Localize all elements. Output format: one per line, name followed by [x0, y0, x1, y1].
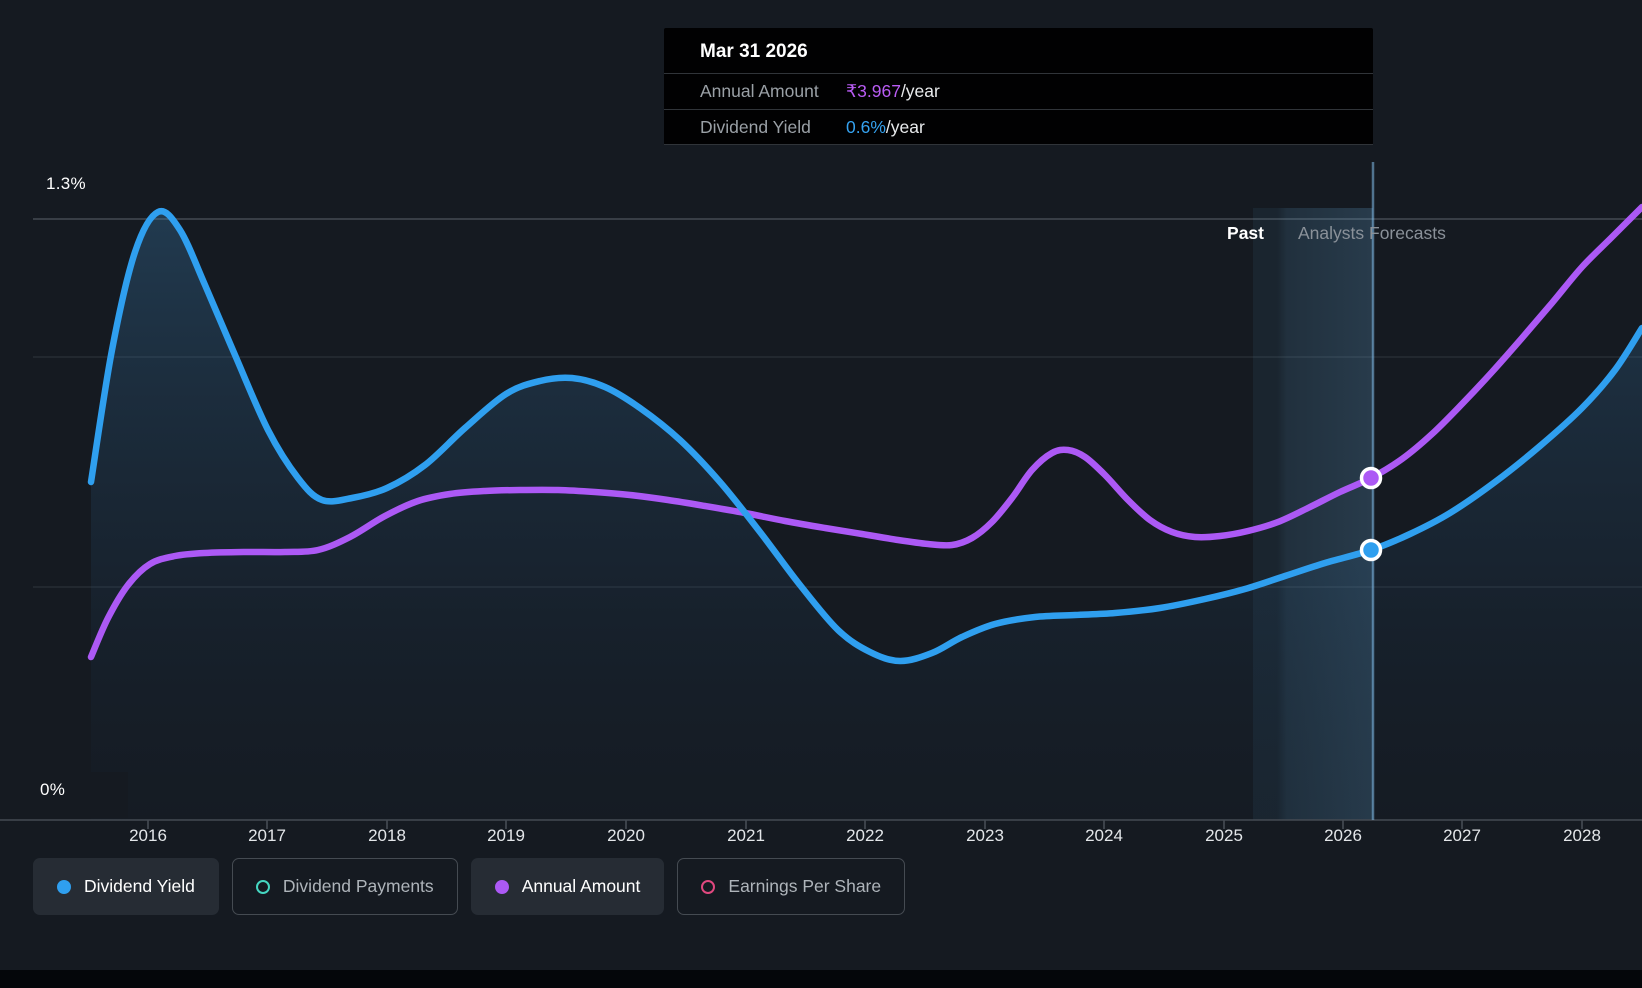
dividend-chart-page: 1.3% 0% Past Analysts Forecasts 2016 2017… — [0, 0, 1642, 988]
chart-canvas[interactable] — [0, 0, 1642, 988]
hover-tooltip: Mar 31 2026 Annual Amount ₹3.967/year Di… — [664, 28, 1373, 145]
x-axis-year-label: 2026 — [1324, 826, 1362, 845]
earnings-per-share-ring-icon — [701, 879, 716, 894]
tooltip-suffix: /year — [900, 81, 940, 101]
dividend-payments-ring-icon — [255, 879, 270, 894]
analysts-forecasts-label: Analysts Forecasts — [1298, 223, 1446, 243]
x-axis-year-label: 2023 — [966, 826, 1004, 845]
annual-amount-hover-dot[interactable] — [1359, 466, 1383, 490]
x-axis-year-label: 2022 — [846, 826, 884, 845]
x-axis-year-label: 2019 — [487, 826, 525, 845]
x-axis-year-label: 2028 — [1563, 826, 1601, 845]
tooltip-value: ₹3.967 — [846, 81, 901, 101]
tooltip-date: Mar 31 2026 — [700, 41, 808, 62]
x-axis-year-label: 2017 — [248, 826, 286, 845]
x-axis-year-label: 2021 — [727, 826, 765, 845]
x-axis-year-label: 2027 — [1443, 826, 1481, 845]
tooltip-row-dividend-yield: Dividend Yield 0.6%/year — [664, 109, 1373, 145]
dividend-yield-dot-icon — [57, 879, 71, 894]
y-axis-zero-label: 0% — [30, 772, 128, 818]
legend-label: Annual Amount — [521, 876, 641, 896]
dividend-yield-area-fill — [91, 211, 1642, 820]
legend-dividend-yield-button[interactable]: Dividend Yield — [33, 858, 219, 915]
x-axis-year-label: 2018 — [368, 826, 406, 845]
legend-annual-amount-button[interactable]: Annual Amount — [470, 858, 665, 915]
tooltip-value: 0.6% — [846, 116, 886, 137]
dividend-yield-hover-dot[interactable] — [1359, 538, 1383, 562]
chart-legend: Dividend Yield Dividend Payments Annual … — [33, 858, 906, 915]
tooltip-row-annual-amount: Annual Amount ₹3.967/year — [664, 73, 1373, 109]
past-label: Past — [1227, 223, 1264, 243]
y-axis-top-label: 1.3% — [46, 174, 86, 193]
x-axis-year-label: 2024 — [1085, 826, 1123, 845]
bottom-edge-strip — [0, 970, 1642, 988]
tooltip-suffix: /year — [885, 116, 925, 137]
x-axis-year-label: 2016 — [129, 826, 167, 845]
legend-label: Dividend Payments — [282, 876, 434, 896]
legend-dividend-payments-button[interactable]: Dividend Payments — [231, 858, 458, 915]
legend-label: Dividend Yield — [84, 876, 195, 896]
annual-amount-dot-icon — [494, 879, 509, 894]
legend-earnings-per-share-button[interactable]: Earnings Per Share — [677, 858, 906, 915]
tooltip-label: Annual Amount — [700, 81, 819, 101]
x-axis-year-label: 2025 — [1205, 826, 1243, 845]
tooltip-label: Dividend Yield — [700, 116, 811, 137]
legend-label: Earnings Per Share — [728, 876, 882, 896]
x-axis-year-label: 2020 — [607, 826, 645, 845]
